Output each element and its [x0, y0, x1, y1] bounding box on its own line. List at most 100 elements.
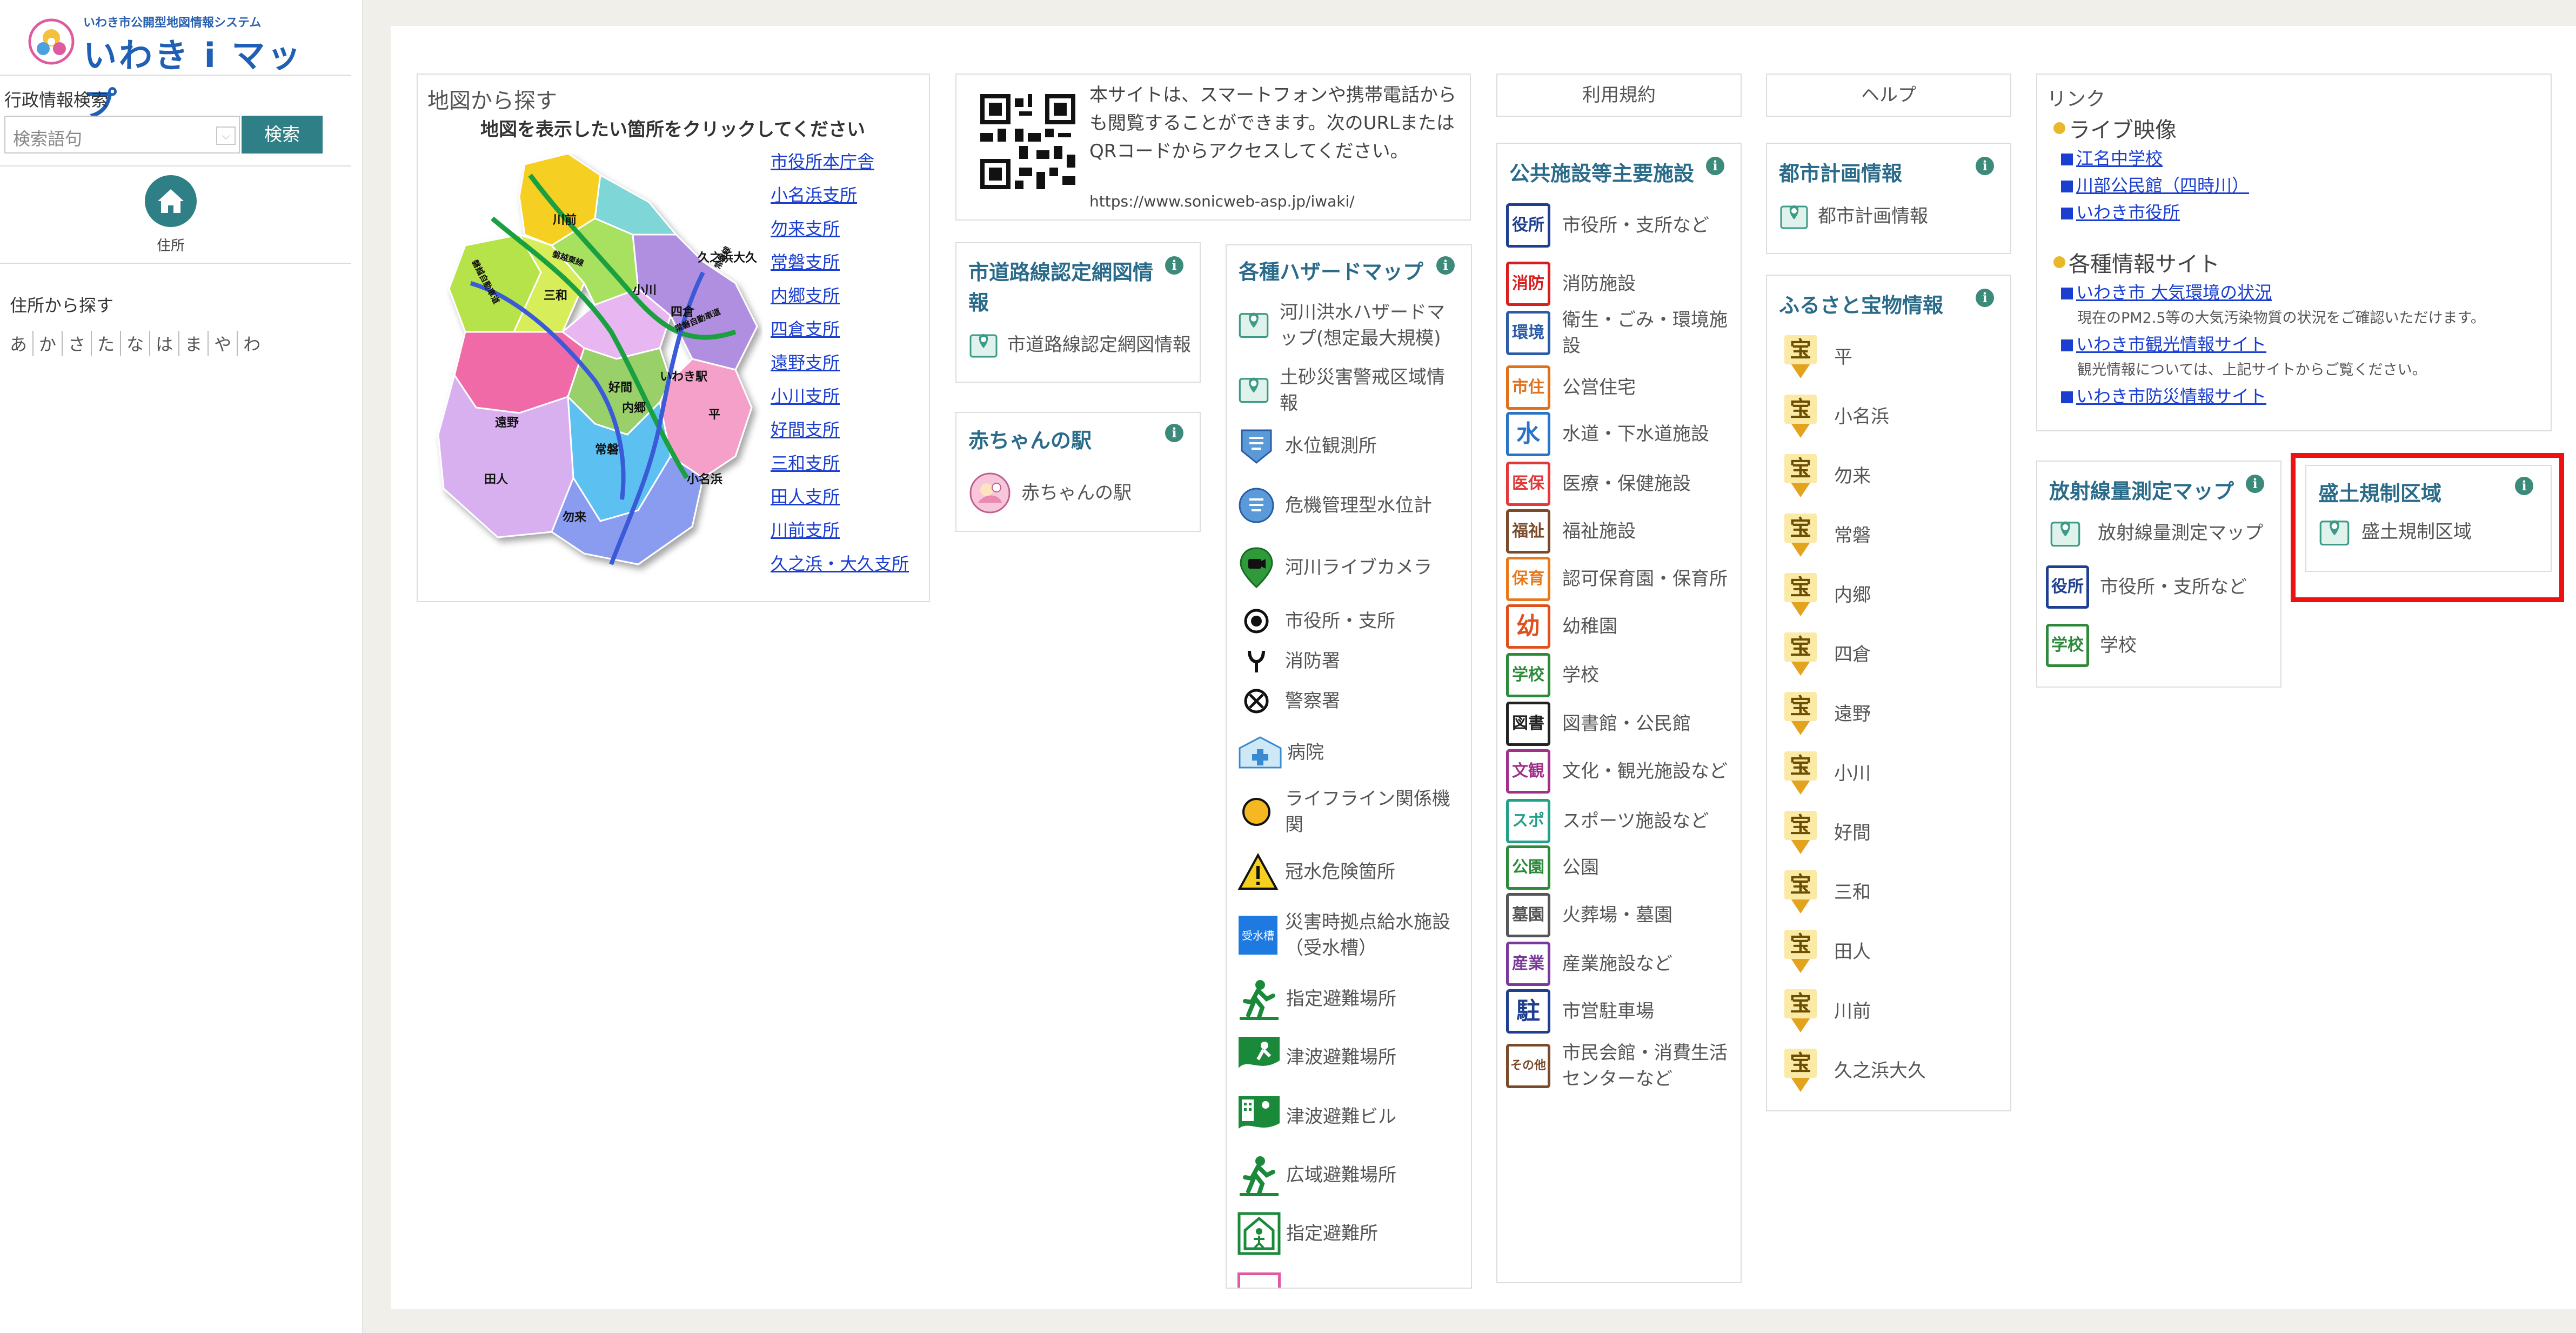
hazard-item[interactable]: 警察署 — [1237, 688, 1340, 715]
treasure-item-label: 田人 — [1834, 941, 1871, 963]
chevron-down-icon[interactable]: ⌵ — [216, 126, 236, 145]
treasure-item[interactable]: 宝三和 — [1781, 870, 1871, 915]
hazard-item[interactable]: 指定避難所 — [1237, 1212, 1378, 1255]
hazard-item[interactable]: 津波避難場所 — [1237, 1036, 1396, 1079]
district-map[interactable]: 川前 三和 小川 久之浜大久 四倉 好間 いわき駅 内郷 遠野 平 常磐 田人 … — [433, 154, 762, 575]
treasure-item[interactable]: 宝久之浜大久 — [1781, 1049, 1926, 1093]
public-facility-item[interactable]: 福祉 福祉施設 — [1506, 509, 1735, 554]
hazard-item[interactable]: 河川洪水ハザードマップ(想定最大規模) — [1237, 299, 1447, 351]
live-link[interactable]: いわき市役所 — [2061, 199, 2180, 224]
kana-link[interactable]: か — [34, 331, 63, 356]
road-item[interactable]: 市道路線認定網図情報 — [968, 330, 1191, 360]
treasure-item[interactable]: 宝田人 — [1781, 930, 1871, 974]
info-icon[interactable]: i — [1165, 256, 1183, 275]
map-link-tabito[interactable]: 田人支所 — [771, 483, 840, 508]
treasure-item[interactable]: 宝川前 — [1781, 989, 1871, 1034]
map-link-uchigo[interactable]: 内郷支所 — [771, 282, 840, 307]
treasure-item[interactable]: 宝勿来 — [1781, 454, 1871, 498]
kana-link[interactable]: た — [92, 331, 122, 356]
hazard-item[interactable]: 河川ライブカメラ — [1237, 546, 1432, 589]
public-facility-item[interactable]: 医保 医療・保健施設 — [1506, 462, 1735, 506]
hazard-item[interactable]: 危機管理型水位計 — [1237, 486, 1432, 524]
hazard-item[interactable]: 水位観測所 — [1237, 427, 1377, 465]
kana-link[interactable]: あ — [5, 331, 34, 356]
map-link-miwa[interactable]: 三和支所 — [771, 450, 840, 475]
public-facility-item[interactable]: 公園 公園 — [1506, 845, 1735, 890]
map-link-ogawa[interactable]: 小川支所 — [771, 383, 840, 408]
info-icon[interactable]: i — [1706, 157, 1724, 175]
map-link-onahama[interactable]: 小名浜支所 — [771, 182, 857, 206]
terms-button[interactable]: 利用規約 — [1496, 74, 1742, 117]
hazard-item[interactable]: 市役所・支所 — [1237, 608, 1395, 635]
city-item[interactable]: 都市計画情報 — [1779, 201, 1928, 231]
public-facility-item[interactable]: 文観 文化・観光施設など — [1506, 749, 1735, 794]
public-facility-item[interactable]: 図書 図書館・公民館 — [1506, 702, 1735, 746]
radiation-item[interactable]: 放射線量測定マップ — [2049, 517, 2263, 549]
site-logo[interactable]: いわき市公開型地図情報システム いわき i マップ — [22, 10, 324, 124]
public-facility-item[interactable]: 保育 認可保育園・保育所 — [1506, 557, 1735, 601]
map-link-yoshima[interactable]: 好間支所 — [771, 416, 840, 441]
public-facility-item[interactable]: 駐市営駐車場 — [1506, 989, 1735, 1034]
treasure-item[interactable]: 宝常磐 — [1781, 514, 1871, 558]
public-facility-item[interactable]: 市住 公営住宅 — [1506, 365, 1735, 410]
radiation-item[interactable]: 役所 市役所・支所など — [2046, 565, 2247, 609]
map-link-hisanohama[interactable]: 久之浜・大久支所 — [771, 550, 909, 575]
public-facility-item[interactable]: スポ スポーツ施設など — [1506, 799, 1735, 843]
live-link[interactable]: 川部公民館（四時川） — [2061, 172, 2249, 197]
map-link-joban[interactable]: 常磐支所 — [771, 249, 840, 274]
public-facility-item[interactable]: 産業 産業施設など — [1506, 942, 1735, 986]
kana-link[interactable]: ま — [179, 331, 209, 356]
hazard-item[interactable]: 消防署 — [1237, 648, 1340, 675]
map-link-shiyakusho[interactable]: 市役所本庁舎 — [771, 148, 874, 173]
search-input[interactable]: 検索語句 ⌵ — [4, 116, 240, 154]
public-facility-item[interactable]: 役所 市役所・支所など — [1506, 203, 1735, 248]
map-link-tono[interactable]: 遠野支所 — [771, 349, 840, 374]
kana-link[interactable]: さ — [63, 331, 92, 356]
map-link-kawamae[interactable]: 川前支所 — [771, 517, 840, 542]
hazard-item[interactable]: 冠水危険箇所 — [1237, 853, 1395, 891]
public-facility-item[interactable]: 水水道・下水道施設 — [1506, 412, 1735, 456]
treasure-item[interactable]: 宝四倉 — [1781, 632, 1871, 677]
kana-link[interactable]: や — [209, 331, 238, 356]
live-link[interactable]: 江名中学校 — [2061, 145, 2163, 170]
public-facility-item[interactable]: 墓園 火葬場・墓園 — [1506, 893, 1735, 937]
treasure-item[interactable]: 宝内郷 — [1781, 573, 1871, 617]
treasure-item[interactable]: 宝好間 — [1781, 811, 1871, 855]
map-link-yotsukura[interactable]: 四倉支所 — [771, 316, 840, 341]
public-facility-item[interactable]: 学校 学校 — [1506, 653, 1735, 697]
kana-link[interactable]: わ — [238, 331, 266, 356]
bullet-icon — [2053, 256, 2065, 268]
hazard-item[interactable]: ライフライン関係機関 — [1237, 786, 1453, 838]
info-icon[interactable]: i — [2246, 475, 2264, 493]
air-link[interactable]: いわき市 大気環境の状況 — [2061, 279, 2272, 304]
treasure-item[interactable]: 宝小名浜 — [1781, 395, 1889, 439]
hazard-item[interactable]: 病院 — [1237, 735, 1324, 770]
hazard-item[interactable]: 広域避難場所 — [1237, 1154, 1396, 1197]
info-icon[interactable]: i — [1976, 289, 1994, 307]
info-icon[interactable]: i — [1165, 424, 1183, 442]
tourism-link[interactable]: いわき市観光情報サイト — [2061, 331, 2266, 356]
home-icon — [158, 189, 184, 213]
help-button[interactable]: ヘルプ — [1766, 74, 2011, 117]
public-facility-item[interactable]: 環境 衛生・ごみ・環境施設 — [1506, 307, 1735, 359]
kana-link[interactable]: は — [150, 331, 180, 356]
hazard-item[interactable]: 受水槽 災害時拠点給水施設（受水槽） — [1237, 909, 1458, 961]
baby-item[interactable]: 赤ちゃんの駅 — [968, 471, 1132, 515]
hazard-item[interactable]: 土砂災害警戒区域情報 — [1237, 364, 1447, 416]
treasure-item[interactable]: 宝遠野 — [1781, 692, 1871, 736]
address-button[interactable] — [145, 175, 197, 227]
treasure-item[interactable]: 宝平 — [1781, 335, 1852, 379]
treasure-item[interactable]: 宝小川 — [1781, 751, 1871, 796]
disaster-link[interactable]: いわき市防災情報サイト — [2061, 383, 2266, 408]
search-button[interactable]: 検索 — [242, 116, 323, 154]
public-facility-item[interactable]: 幼幼稚園 — [1506, 604, 1735, 649]
map-link-nakoso[interactable]: 勿来支所 — [771, 215, 840, 240]
hazard-item[interactable]: 指定避難場所 — [1237, 977, 1396, 1021]
public-facility-item[interactable]: 消防 消防施設 — [1506, 262, 1735, 306]
public-facility-item[interactable]: その他 市民会館・消費生活センターなど — [1506, 1040, 1735, 1092]
hazard-item[interactable]: 津波避難ビル — [1237, 1095, 1396, 1138]
info-icon[interactable]: i — [1976, 157, 1994, 175]
info-icon[interactable]: i — [1436, 256, 1455, 275]
kana-link[interactable]: な — [121, 331, 151, 356]
radiation-item[interactable]: 学校 学校 — [2046, 624, 2137, 667]
